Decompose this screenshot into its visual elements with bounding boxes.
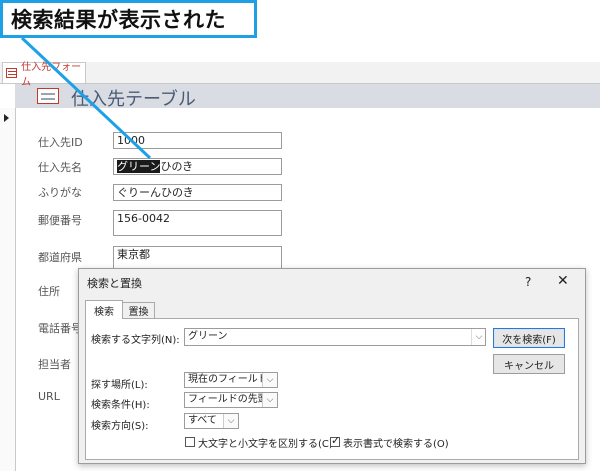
callout-pointer <box>20 36 152 160</box>
callout-box: 検索結果が表示された <box>0 0 257 38</box>
callout-text: 検索結果が表示された <box>3 3 254 35</box>
